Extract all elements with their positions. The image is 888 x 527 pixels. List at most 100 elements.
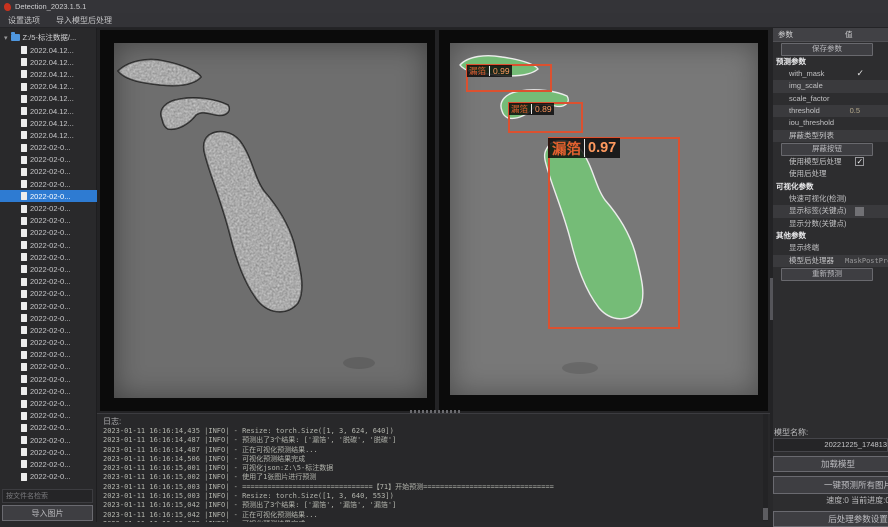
tree-file-label: 2022-02-0... [30, 302, 70, 311]
param-row[interactable]: 快速可视化(检测) [773, 193, 888, 205]
tree-file-item[interactable]: 2022-02-0... [0, 190, 97, 202]
predict-all-button[interactable]: 一键预测所有图片 [773, 476, 888, 494]
param-row[interactable]: 显示终端 [773, 242, 888, 254]
param-row[interactable]: 其他参数 [773, 230, 888, 242]
tree-file-item[interactable]: 2022-02-0... [0, 361, 97, 373]
tree-file-item[interactable]: 2022.04.12... [0, 56, 97, 68]
param-label: img_scale [773, 81, 823, 90]
tree-file-item[interactable]: 2022.04.12... [0, 129, 97, 141]
param-label: 重新预测 [781, 268, 873, 281]
chevron-down-icon[interactable]: ▾ [4, 34, 8, 42]
param-row[interactable]: 预测参数 [773, 56, 888, 68]
param-checkbox[interactable] [855, 157, 864, 166]
tree-file-label: 2022.04.12... [30, 107, 74, 116]
tree-file-item[interactable]: 2022-02-0... [0, 422, 97, 434]
search-input[interactable] [2, 489, 93, 503]
tree-file-label: 2022-02-0... [30, 326, 70, 335]
tree-file-item[interactable]: 2022-02-0... [0, 458, 97, 470]
tree-file-item[interactable]: 2022-02-0... [0, 251, 97, 263]
tree-file-item[interactable]: 2022-02-0... [0, 227, 97, 239]
param-row[interactable]: 屏蔽按钮 [773, 142, 888, 156]
tree-file-item[interactable]: 2022-02-0... [0, 142, 97, 154]
tree-file-item[interactable]: 2022.04.12... [0, 105, 97, 117]
param-row[interactable]: 显示标签(关键点) [773, 205, 888, 217]
param-row[interactable]: scale_factor [773, 93, 888, 105]
file-icon [21, 241, 27, 249]
log-scrollbar-handle[interactable] [763, 508, 768, 520]
raw-image-panel[interactable] [100, 30, 435, 411]
file-icon [21, 302, 27, 310]
tree-file-item[interactable]: 2022.04.12... [0, 81, 97, 93]
tree-file-item[interactable]: 2022-02-0... [0, 215, 97, 227]
param-label: iou_threshold [773, 118, 834, 127]
window-title: Detection_2023.1.5.1 [15, 2, 86, 11]
tree-file-item[interactable]: 2022-02-0... [0, 178, 97, 190]
tree-file-label: 2022-02-0... [30, 289, 70, 298]
tree-file-item[interactable]: 2022-02-0... [0, 154, 97, 166]
file-icon [21, 339, 27, 347]
menu-item[interactable]: 设置选项 [8, 15, 40, 26]
tree-file-item[interactable]: 2022-02-0... [0, 349, 97, 361]
detection-label: 漏箔 0.99 [467, 65, 512, 77]
param-row[interactable]: 模型后处理器 MaskPostPro [773, 255, 888, 267]
param-row[interactable]: 可视化参数 [773, 181, 888, 193]
param-label: with_mask [773, 69, 824, 78]
file-icon [21, 375, 27, 383]
file-icon [21, 436, 27, 444]
tree-file-item[interactable]: 2022-02-0... [0, 337, 97, 349]
tree-file-item[interactable]: 2022-02-0... [0, 385, 97, 397]
tree-file-label: 2022-02-0... [30, 399, 70, 408]
tree-file-item[interactable]: 2022-02-0... [0, 373, 97, 385]
param-row[interactable]: with_mask [773, 68, 888, 80]
param-row[interactable]: 重新预测 [773, 267, 888, 281]
file-icon [21, 119, 27, 127]
param-row[interactable]: img_scale [773, 80, 888, 92]
tree-file-item[interactable]: 2022.04.12... [0, 44, 97, 56]
tree-file-item[interactable]: 2022-02-0... [0, 166, 97, 178]
tree-file-label: 2022-02-0... [30, 216, 70, 225]
tree-file-label: 2022-02-0... [30, 314, 70, 323]
tree-file-item[interactable]: 2022-02-0... [0, 324, 97, 336]
tree-file-item[interactable]: 2022.04.12... [0, 117, 97, 129]
tree-file-item[interactable]: 2022-02-0... [0, 288, 97, 300]
tree-file-item[interactable]: 2022-02-0... [0, 300, 97, 312]
detection-score: 0.89 [535, 104, 552, 114]
import-images-button[interactable]: 导入图片 [2, 505, 93, 521]
file-icon [21, 278, 27, 286]
tree-root[interactable]: ▾ Z:/5-标注数据/... [0, 31, 97, 44]
param-row[interactable]: 使用后处理 [773, 168, 888, 180]
param-checkbox[interactable] [855, 207, 864, 216]
tree-root-label: Z:/5-标注数据/... [23, 32, 77, 43]
param-row[interactable]: 显示分数(关键点) [773, 218, 888, 230]
tree-file-item[interactable]: 2022-02-0... [0, 263, 97, 275]
file-icon [21, 351, 27, 359]
tree-file-item[interactable]: 2022-02-0... [0, 276, 97, 288]
param-row[interactable]: 保存参数 [773, 42, 888, 56]
tree-file-item[interactable]: 2022.04.12... [0, 93, 97, 105]
tree-file-item[interactable]: 2022-02-0... [0, 410, 97, 422]
load-model-button[interactable]: 加载模型 [773, 456, 888, 472]
tree-file-label: 2022.04.12... [30, 94, 74, 103]
param-row[interactable]: 屏蔽类型列表 [773, 130, 888, 142]
log-line: 2023-01-11 16:16:15,042 |INFO| - 正在可视化预测… [103, 511, 763, 520]
tree-file-item[interactable]: 2022-02-0... [0, 434, 97, 446]
model-name-label: 模型名称: [774, 427, 808, 438]
tree-file-item[interactable]: 2022.04.12... [0, 68, 97, 80]
tree-file-item[interactable]: 2022-02-0... [0, 312, 97, 324]
param-label: 屏蔽按钮 [781, 143, 873, 156]
prediction-image-panel[interactable]: 漏箔 0.99 漏箔 0.89 漏箔 0.97 [439, 30, 768, 411]
tree-file-item[interactable]: 2022-02-0... [0, 202, 97, 214]
tree-file-item[interactable]: 2022-02-0... [0, 239, 97, 251]
param-row[interactable]: 使用模型后处理 [773, 156, 888, 168]
file-icon [21, 156, 27, 164]
model-name-value[interactable]: 20221225_174813 [773, 438, 888, 452]
file-icon [21, 363, 27, 371]
menu-item[interactable]: 导入模型后处理 [56, 15, 112, 26]
tree-file-item[interactable]: 2022-02-0... [0, 446, 97, 458]
tree-file-item[interactable]: 2022-02-0... [0, 471, 97, 483]
param-row[interactable]: threshold 0.5 [773, 105, 888, 117]
tree-file-item[interactable]: 2022-02-0... [0, 397, 97, 409]
log-scrollbar[interactable] [763, 414, 768, 521]
param-row[interactable]: iou_threshold [773, 117, 888, 129]
postprocess-params-button[interactable]: 后处理参数设置 [773, 511, 888, 527]
